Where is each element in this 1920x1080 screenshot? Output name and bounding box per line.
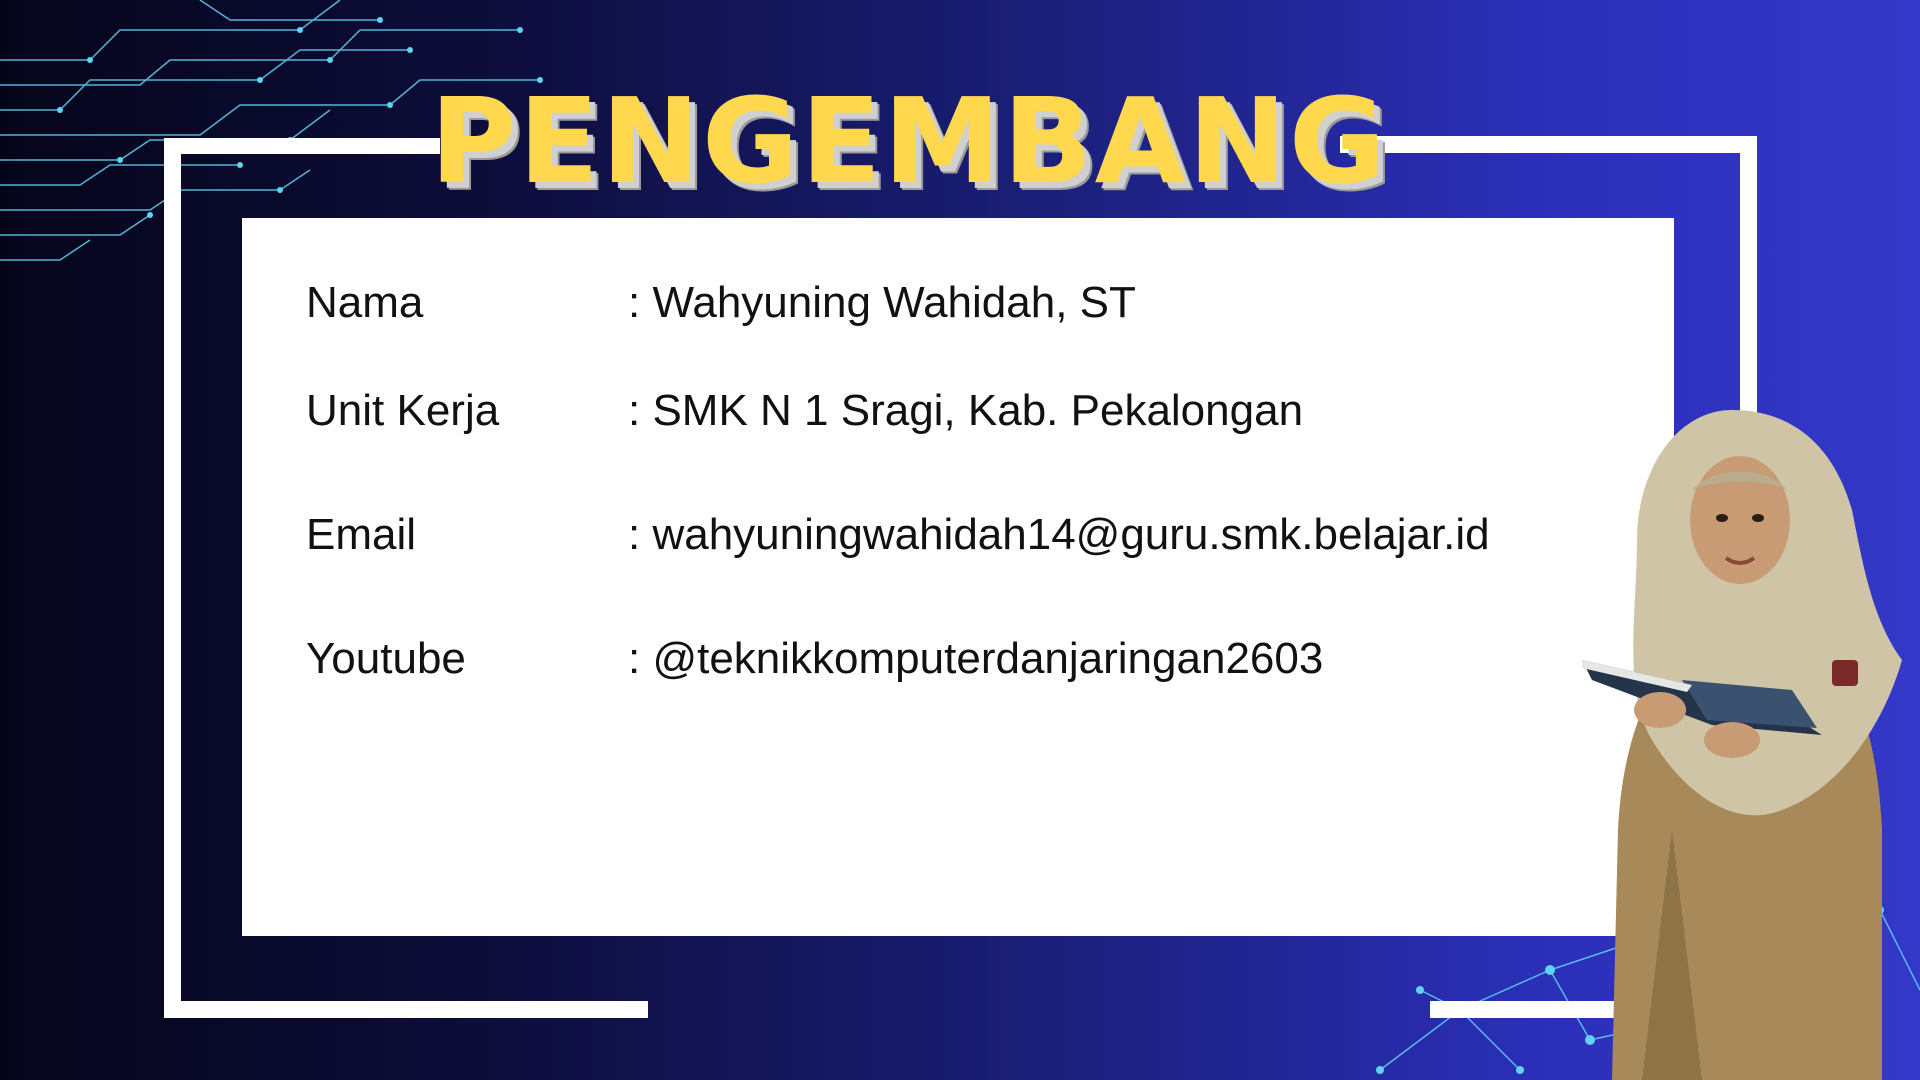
frame-right xyxy=(1740,136,1757,436)
field-value: : Wahyuning Wahidah, ST xyxy=(628,278,1136,327)
field-label: Email xyxy=(306,510,417,559)
page-title: PENGEMBANG xyxy=(430,72,1388,210)
frame-top-left xyxy=(164,138,440,154)
field-value: : wahyuningwahidah14@guru.smk.belajar.id xyxy=(628,510,1490,559)
field-label: Nama xyxy=(306,278,424,327)
field-label: Youtube xyxy=(306,634,466,683)
frame-top-right xyxy=(1340,136,1756,153)
frame-left xyxy=(164,138,181,1018)
field-value: : SMK N 1 Sragi, Kab. Pekalongan xyxy=(628,386,1304,435)
field-value: : @teknikkomputerdanjaringan2603 xyxy=(628,634,1324,683)
person-photo xyxy=(1582,410,1902,1080)
frame-bottom-left xyxy=(164,1001,648,1018)
field-label: Unit Kerja xyxy=(306,386,500,435)
